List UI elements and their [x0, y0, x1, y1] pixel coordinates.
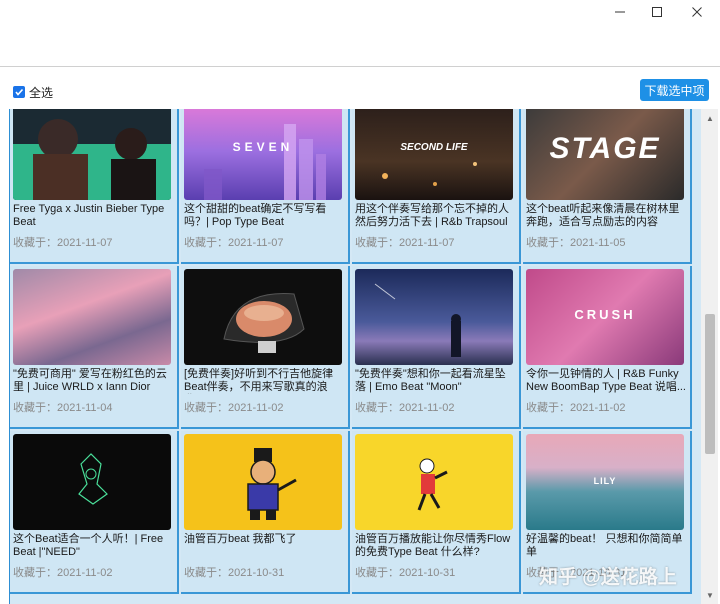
- thumbnail-image[interactable]: SECOND LIFE: [355, 109, 513, 200]
- thumbnail-image[interactable]: CRUSH: [526, 269, 684, 365]
- maximize-icon[interactable]: [637, 0, 677, 24]
- check-icon: [15, 88, 24, 96]
- card-date: 收藏于：2021-11-07: [13, 237, 113, 249]
- card-title: [免费伴奏]好听到不行吉他旋律Beat伴奏，不用来写歌真的浪费...: [184, 368, 334, 393]
- download-selected-button[interactable]: 下载选中项: [640, 79, 709, 101]
- thumbnail-image[interactable]: [184, 434, 342, 530]
- thumbnail-title: CRUSH: [574, 307, 636, 322]
- thumbnail-image[interactable]: [355, 269, 513, 365]
- card-date: 收藏于：2021-11-02: [355, 402, 455, 414]
- beat-card[interactable]: STAGE 这个beat听起来像清晨在树林里奔跑，适合写点励志的内容 收藏于：2…: [523, 109, 692, 264]
- thumbnail-image[interactable]: SEVEN: [184, 109, 342, 200]
- thumbnail-image[interactable]: [13, 109, 171, 200]
- close-icon[interactable]: [677, 0, 717, 24]
- card-title: 好温馨的beat！ 只想和你简简单单: [526, 533, 683, 558]
- card-title: "免费伴奏"想和你一起看流星坠落 | Emo Beat "Moon": [355, 368, 506, 393]
- card-date: 收藏于：2021-11-07: [355, 237, 455, 249]
- card-date: 收藏于：2021-11-07: [184, 237, 284, 249]
- card-title: Free Tyga x Justin Bieber Type Beat: [13, 203, 165, 228]
- card-title: 这个甜甜的beat确定不写写看吗？| Pop Type Beat: [184, 203, 327, 228]
- beat-card[interactable]: 油管百万播放能让你尽情秀Flow的免费Type Beat 什么样? 收藏于：20…: [352, 431, 521, 594]
- card-title: 油管百万播放能让你尽情秀Flow的免费Type Beat 什么样?: [355, 533, 511, 558]
- thumbnail-image[interactable]: [13, 269, 171, 365]
- beat-card[interactable]: CRUSH 令你一见钟情的人 | R&B Funky New BoomBap T…: [523, 266, 692, 429]
- card-title: 这个beat听起来像清晨在树林里奔跑，适合写点励志的内容: [526, 203, 680, 228]
- select-all-label[interactable]: 全选: [29, 84, 53, 101]
- card-date: 收藏于：2021-11-04: [13, 402, 113, 414]
- card-date: 收藏于：2021-10-31: [184, 567, 285, 579]
- scroll-down-icon[interactable]: ▼: [705, 590, 715, 600]
- thumbnail-image[interactable]: [13, 434, 171, 530]
- beat-card[interactable]: SEVEN 这个甜甜的beat确定不写写看吗？| Pop Type Beat 收…: [181, 109, 350, 264]
- thumbnail-image[interactable]: [355, 434, 513, 530]
- card-date: 收藏于：2021-10-31: [355, 567, 456, 579]
- watermark: 知乎 @送花路上: [539, 567, 677, 588]
- card-title: 用这个伴奏写给那个忘不掉的人然后努力活下去 | R&b Trapsoul T..…: [355, 203, 509, 228]
- thumbnail-image[interactable]: [184, 269, 342, 365]
- beat-card[interactable]: [免费伴奏]好听到不行吉他旋律Beat伴奏，不用来写歌真的浪费... 收藏于：2…: [181, 266, 350, 429]
- card-title: "免费可商用" 爱写在粉红色的云里 | Juice WRLD x Iann Di…: [13, 368, 167, 393]
- beat-card[interactable]: 油管百万beat 我都飞了 收藏于：2021-10-31: [181, 431, 350, 594]
- select-all-checkbox[interactable]: [13, 86, 25, 98]
- scroll-up-icon[interactable]: ▲: [705, 113, 715, 123]
- vertical-scrollbar[interactable]: ▲ ▼: [701, 109, 718, 604]
- thumbnail-title: SEVEN: [232, 140, 294, 154]
- thumbnail-image[interactable]: STAGE: [526, 109, 684, 200]
- card-date: 收藏于：2021-11-02: [13, 567, 113, 579]
- minimize-icon[interactable]: [600, 0, 640, 24]
- card-date: 收藏于：2021-11-02: [184, 402, 284, 414]
- beat-card[interactable]: Free Tyga x Justin Bieber Type Beat 收藏于：…: [10, 109, 179, 264]
- card-date: 收藏于：2021-11-05: [526, 237, 626, 249]
- toolbar: [0, 67, 720, 109]
- thumbnail-title: STAGE: [549, 132, 661, 165]
- card-date: 收藏于：2021-11-02: [526, 402, 626, 414]
- thumbnail-title: SECOND LIFE: [400, 142, 468, 153]
- thumbnail-title: LILY: [593, 476, 617, 486]
- beat-list-viewport: Free Tyga x Justin Bieber Type Beat 收藏于：…: [9, 109, 701, 604]
- beat-card[interactable]: "免费伴奏"想和你一起看流星坠落 | Emo Beat "Moon" 收藏于：2…: [352, 266, 521, 429]
- card-title: 这个Beat适合一个人听！| Free Beat |"NEED": [13, 533, 164, 558]
- beat-card[interactable]: SECOND LIFE 用这个伴奏写给那个忘不掉的人然后努力活下去 | R&b …: [352, 109, 521, 264]
- scrollbar-thumb[interactable]: [705, 314, 715, 454]
- card-title: 油管百万beat 我都飞了: [184, 533, 297, 545]
- card-title: 令你一见钟情的人 | R&B Funky New BoomBap Type Be…: [526, 368, 686, 393]
- beat-card[interactable]: "免费可商用" 爱写在粉红色的云里 | Juice WRLD x Iann Di…: [10, 266, 179, 429]
- beat-card[interactable]: 这个Beat适合一个人听！| Free Beat |"NEED" 收藏于：202…: [10, 431, 179, 594]
- window-titlebar: [0, 0, 720, 66]
- thumbnail-image[interactable]: LILY: [526, 434, 684, 530]
